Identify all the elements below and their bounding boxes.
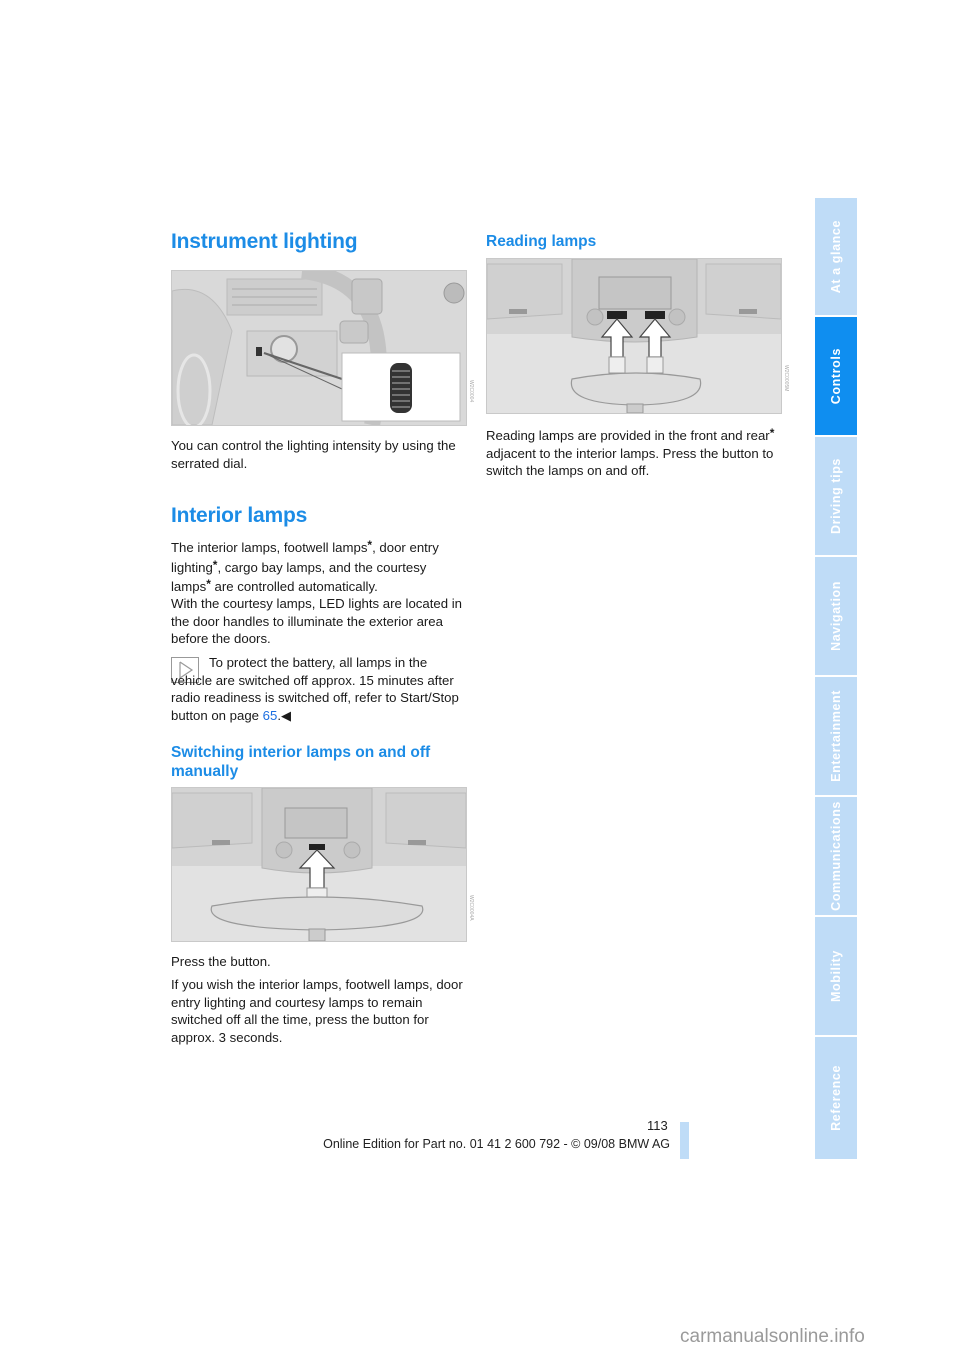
page-number: 113 [647,1118,668,1133]
interior-lamps-paragraph-1: The interior lamps, footwell lamps*, doo… [171,538,439,595]
subsection-title-switching-manually: Switching interior lamps on and off manu… [171,744,431,780]
section-title-instrument-lighting: Instrument lighting [171,230,358,253]
instrument-lighting-figure [171,270,467,426]
press-button-text: Press the button. [171,954,271,969]
subsection-title-reading-lamps: Reading lamps [486,233,597,250]
side-tab-reference[interactable]: Reference [815,1037,857,1159]
side-tab-controls[interactable]: Controls [815,317,857,435]
overhead-console-illustration [172,788,466,941]
side-tab-mobility[interactable]: Mobility [815,917,857,1035]
battery-note: To protect the battery, all lamps in the… [171,655,459,723]
figure-code: W2C0004A [468,895,474,921]
footer-tab-marker [680,1122,689,1159]
reading-lamps-figure [486,258,782,414]
reading-lamps-text: Reading lamps are provided in the front … [486,426,775,479]
figure-code: W2C0004 [468,380,474,403]
optional-equipment-star: * [769,426,775,440]
reading-lamps-illustration [487,259,781,413]
side-tab-navigation[interactable]: Navigation [815,557,857,675]
interior-lamp-button-figure [171,787,467,942]
interior-lamps-paragraph-2: With the courtesy lamps, LED lights are … [171,596,462,647]
watermark: carmanualsonline.info [680,1326,865,1347]
side-tab-entertainment[interactable]: Entertainment [815,677,857,795]
instrument-lighting-text: You can control the lighting intensity b… [171,438,456,471]
figure-code: W2C0005M [783,365,789,392]
side-tab-communications[interactable]: Communications [815,797,857,915]
dashboard-illustration [172,271,466,425]
side-tab-driving-tips[interactable]: Driving tips [815,437,857,555]
switch-off-permanently-text: If you wish the interior lamps, footwell… [171,977,463,1045]
section-title-interior-lamps: Interior lamps [171,504,308,527]
page-link-65[interactable]: 65 [263,708,278,723]
side-tab-at-a-glance[interactable]: At a glance [815,198,857,315]
edition-info: Online Edition for Part no. 01 41 2 600 … [323,1137,670,1151]
